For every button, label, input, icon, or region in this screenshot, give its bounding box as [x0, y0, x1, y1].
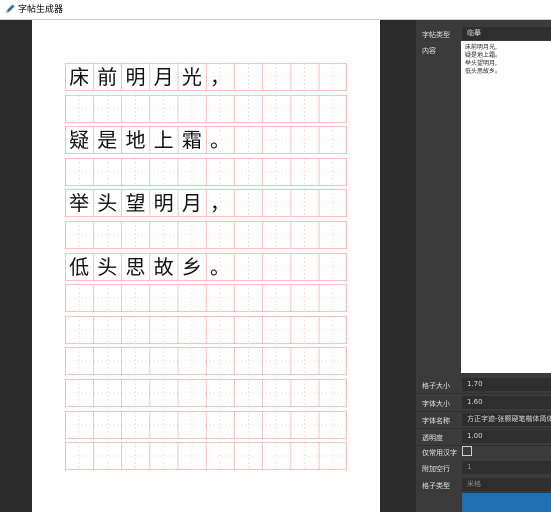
- type-label: 字帖类型: [422, 31, 450, 39]
- copybook-character: 低: [69, 254, 90, 279]
- font-name-select[interactable]: 方正字迹-张颢硬笔楷体简体: [462, 413, 551, 426]
- copybook-character: 是: [97, 128, 118, 153]
- copybook-character: 头: [97, 191, 118, 216]
- grid-row: [65, 410, 347, 439]
- content-line: 床前明月光,: [465, 44, 497, 51]
- common-only-label: 仅常用汉字: [422, 449, 457, 457]
- copybook-character: 。: [210, 128, 231, 153]
- grid-lines: [65, 94, 347, 123]
- divider: [416, 393, 551, 394]
- extra-rows-input[interactable]: 1: [462, 461, 551, 474]
- copybook-character: 地: [125, 128, 146, 153]
- grid-row: [65, 284, 347, 313]
- grid-type-label: 格子类型: [422, 482, 450, 490]
- row-characters: 疑是地上霜。: [65, 126, 234, 154]
- middle-gutter: [380, 20, 416, 512]
- divider: [416, 445, 551, 446]
- content-line: 疑是地上霜。: [465, 52, 502, 59]
- grid-lines: [65, 157, 347, 186]
- grid-type-select[interactable]: 米格: [462, 478, 551, 491]
- content-line: 举头望明月,: [465, 60, 497, 67]
- grid-lines: [65, 410, 347, 439]
- copybook-character: 霜: [181, 128, 202, 153]
- grid-lines: [65, 284, 347, 313]
- copybook-character: 光: [181, 65, 202, 89]
- copybook-character: 月: [181, 191, 202, 216]
- copybook-character: 举: [69, 191, 90, 216]
- font-name-label: 字体名称: [422, 417, 450, 425]
- copybook-character: 上: [153, 128, 174, 153]
- copybook-character: 。: [210, 254, 231, 279]
- cell-size-input[interactable]: 1.70: [462, 378, 551, 391]
- copybook-character: 头: [97, 254, 118, 279]
- opacity-label: 透明度: [422, 434, 443, 442]
- copybook-character: ，: [210, 65, 231, 89]
- left-gutter: [0, 20, 32, 512]
- type-select[interactable]: 临摹: [462, 27, 551, 40]
- grid-row: [65, 94, 347, 123]
- copybook-character: 月: [153, 65, 174, 89]
- extra-rows-label: 附加空行: [422, 465, 450, 473]
- cell-size-label: 格子大小: [422, 382, 450, 390]
- divider: [416, 428, 551, 429]
- copybook-character: ，: [210, 191, 231, 216]
- copybook-character: 前: [97, 65, 118, 89]
- grid-row: 举头望明月 ，: [65, 189, 347, 218]
- copybook-character: 乡: [181, 254, 202, 279]
- pen-icon: [6, 4, 15, 13]
- grid-row: [65, 347, 347, 376]
- grid-row: [65, 315, 347, 344]
- window-title: 字帖生成器: [18, 5, 64, 15]
- copybook-character: 明: [125, 65, 146, 89]
- grid-lines: [65, 442, 347, 471]
- row-characters: 低头思故乡。: [65, 253, 234, 281]
- copybook-character: 故: [153, 254, 174, 279]
- grid-row: [65, 221, 347, 249]
- copybook-character: 思: [125, 254, 146, 279]
- font-size-label: 字体大小: [422, 400, 450, 408]
- generate-button[interactable]: [462, 493, 551, 512]
- grid-row: 疑是地上霜。: [65, 126, 347, 155]
- divider: [416, 411, 551, 412]
- grid-lines: [65, 221, 347, 249]
- grid-row: 低头思故乡。: [65, 252, 347, 281]
- title-bar: 字帖生成器: [0, 0, 551, 20]
- grid-row: 床前明月光 ，: [65, 63, 347, 91]
- content-line: 低头思故乡。: [465, 68, 502, 75]
- font-size-input[interactable]: 1.60: [462, 396, 551, 409]
- grid-row: [65, 157, 347, 186]
- grid-row: [65, 442, 347, 471]
- copybook-character: 床: [69, 65, 90, 89]
- copybook-character: 疑: [69, 128, 90, 153]
- common-only-checkbox[interactable]: [462, 446, 472, 456]
- opacity-input[interactable]: 1.00: [462, 430, 551, 443]
- row-characters: 床前明月光 ，: [65, 63, 234, 91]
- content-textarea[interactable]: 床前明月光, 疑是地上霜。 举头望明月, 低头思故乡。: [461, 41, 551, 373]
- grid-lines: [65, 347, 347, 376]
- grid-row: [65, 379, 347, 407]
- content-label: 内容: [422, 47, 436, 55]
- row-characters: 举头望明月 ，: [65, 189, 234, 217]
- copybook-character: 望: [125, 191, 146, 216]
- grid-lines: [65, 315, 347, 344]
- copybook-character: 明: [153, 191, 174, 216]
- grid-lines: [65, 379, 347, 407]
